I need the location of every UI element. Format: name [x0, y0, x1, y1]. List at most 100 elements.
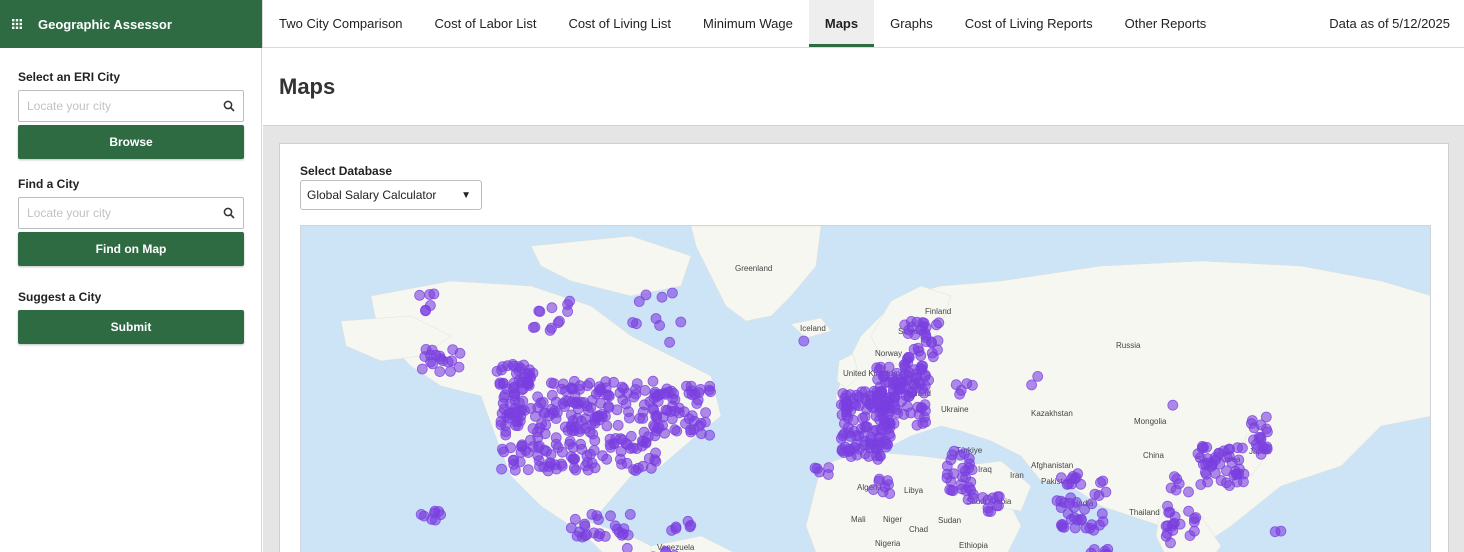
- city-marker[interactable]: [1165, 482, 1177, 494]
- city-marker[interactable]: [1161, 527, 1173, 539]
- city-marker[interactable]: [857, 412, 868, 424]
- city-marker[interactable]: [633, 296, 645, 307]
- city-marker[interactable]: [838, 428, 850, 440]
- tab-cost-of-living-list[interactable]: Cost of Living List: [552, 0, 687, 47]
- city-marker[interactable]: [870, 442, 882, 454]
- city-marker[interactable]: [603, 402, 615, 414]
- city-marker[interactable]: [977, 492, 989, 503]
- city-marker[interactable]: [1096, 508, 1108, 520]
- city-marker[interactable]: [546, 302, 558, 314]
- city-marker[interactable]: [948, 468, 960, 480]
- city-marker[interactable]: [593, 386, 605, 398]
- city-marker[interactable]: [841, 409, 852, 421]
- search-icon[interactable]: [223, 207, 235, 219]
- city-marker[interactable]: [1032, 370, 1044, 382]
- city-marker[interactable]: [865, 431, 877, 443]
- city-marker[interactable]: [965, 476, 977, 488]
- city-marker[interactable]: [1097, 475, 1109, 487]
- city-marker[interactable]: [670, 523, 682, 534]
- city-marker[interactable]: [494, 378, 506, 390]
- city-marker[interactable]: [496, 463, 508, 475]
- city-marker[interactable]: [681, 380, 692, 392]
- city-marker[interactable]: [1233, 468, 1244, 480]
- city-marker[interactable]: [1214, 458, 1226, 470]
- world-map[interactable]: GreenlandIcelandFinlandSwedenNorwayUnite…: [300, 225, 1431, 552]
- city-marker[interactable]: [564, 295, 576, 307]
- city-marker[interactable]: [1056, 521, 1068, 533]
- city-marker[interactable]: [798, 335, 810, 347]
- find-city-input[interactable]: [27, 206, 223, 220]
- city-marker[interactable]: [863, 450, 875, 462]
- city-marker[interactable]: [414, 289, 425, 301]
- city-marker[interactable]: [612, 419, 624, 431]
- city-marker[interactable]: [496, 364, 508, 376]
- city-marker[interactable]: [918, 387, 930, 399]
- city-marker[interactable]: [1183, 486, 1194, 498]
- city-marker[interactable]: [516, 404, 528, 416]
- city-marker[interactable]: [623, 406, 634, 418]
- city-marker[interactable]: [654, 320, 666, 331]
- city-marker[interactable]: [532, 391, 544, 403]
- city-marker[interactable]: [877, 370, 889, 382]
- city-marker[interactable]: [416, 363, 428, 375]
- city-marker[interactable]: [968, 492, 979, 504]
- city-marker[interactable]: [557, 398, 569, 409]
- find-on-map-button[interactable]: Find on Map: [18, 232, 244, 266]
- city-marker[interactable]: [664, 336, 676, 348]
- city-marker[interactable]: [562, 306, 574, 317]
- submit-button[interactable]: Submit: [18, 310, 244, 344]
- city-marker[interactable]: [814, 466, 825, 478]
- city-marker[interactable]: [621, 542, 633, 552]
- city-marker[interactable]: [1248, 422, 1260, 434]
- city-marker[interactable]: [545, 458, 557, 470]
- city-marker[interactable]: [424, 289, 436, 300]
- city-marker[interactable]: [498, 446, 510, 458]
- city-marker[interactable]: [1259, 443, 1271, 455]
- city-marker[interactable]: [536, 418, 548, 430]
- city-marker[interactable]: [1171, 473, 1183, 485]
- city-marker[interactable]: [1195, 479, 1207, 490]
- city-marker[interactable]: [529, 321, 541, 333]
- city-marker[interactable]: [584, 448, 596, 460]
- city-marker[interactable]: [700, 407, 712, 419]
- tab-graphs[interactable]: Graphs: [874, 0, 949, 47]
- find-city-search[interactable]: [18, 197, 244, 229]
- city-marker[interactable]: [899, 319, 911, 331]
- tab-cost-of-living-reports[interactable]: Cost of Living Reports: [949, 0, 1109, 47]
- city-marker[interactable]: [618, 383, 629, 394]
- city-marker[interactable]: [682, 515, 694, 527]
- city-marker[interactable]: [675, 316, 687, 328]
- tab-maps[interactable]: Maps: [808, 0, 875, 47]
- app-brand[interactable]: Geographic Assessor: [0, 0, 262, 48]
- city-marker[interactable]: [920, 416, 931, 428]
- city-marker[interactable]: [415, 508, 427, 520]
- city-marker[interactable]: [614, 453, 626, 465]
- city-marker[interactable]: [1202, 453, 1214, 465]
- city-marker[interactable]: [1224, 443, 1235, 455]
- city-marker[interactable]: [1261, 423, 1272, 435]
- tab-other-reports[interactable]: Other Reports: [1109, 0, 1223, 47]
- city-marker[interactable]: [1088, 524, 1100, 536]
- city-marker[interactable]: [570, 464, 582, 476]
- city-marker[interactable]: [1224, 480, 1235, 491]
- city-marker[interactable]: [624, 508, 636, 520]
- city-marker[interactable]: [919, 399, 931, 411]
- city-marker[interactable]: [694, 420, 705, 432]
- city-marker[interactable]: [695, 383, 707, 395]
- city-marker[interactable]: [915, 363, 926, 375]
- city-marker[interactable]: [546, 389, 558, 401]
- city-marker[interactable]: [961, 378, 973, 390]
- city-marker[interactable]: [926, 337, 937, 349]
- search-icon[interactable]: [223, 100, 235, 112]
- city-marker[interactable]: [550, 438, 562, 450]
- city-marker[interactable]: [837, 388, 849, 399]
- city-marker[interactable]: [510, 420, 522, 431]
- city-marker[interactable]: [586, 508, 598, 520]
- city-marker[interactable]: [627, 317, 639, 328]
- city-marker[interactable]: [1167, 399, 1179, 411]
- city-marker[interactable]: [556, 383, 568, 395]
- city-marker[interactable]: [905, 407, 917, 419]
- city-marker[interactable]: [1189, 525, 1200, 537]
- city-marker[interactable]: [889, 392, 901, 404]
- city-marker[interactable]: [522, 447, 534, 459]
